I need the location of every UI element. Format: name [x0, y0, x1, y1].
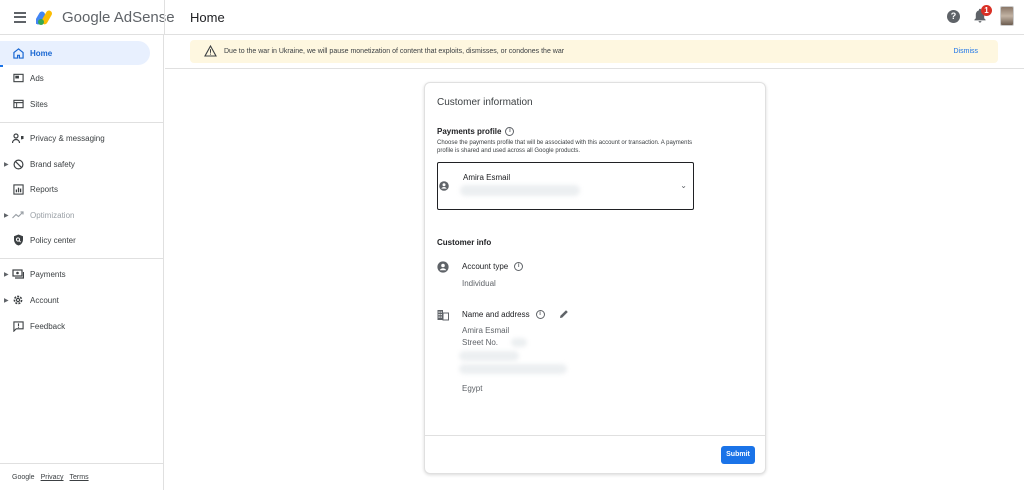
- redacted-street-number: [511, 338, 527, 347]
- sidebar-item-optimization[interactable]: ▶ Optimization: [0, 203, 150, 227]
- info-icon[interactable]: i: [505, 127, 515, 136]
- payments-profile-heading: Payments profile i: [437, 127, 515, 136]
- account-type-label: Account type: [462, 262, 509, 271]
- edit-pencil-icon[interactable]: [559, 309, 569, 319]
- sidebar-item-policy-center[interactable]: Policy center: [0, 228, 150, 252]
- menu-line: [14, 16, 26, 18]
- sidebar-footer: Google Privacy Terms: [12, 474, 89, 481]
- sidebar-item-label: Policy center: [30, 235, 76, 245]
- redacted-address-line: [459, 351, 519, 361]
- card-title: Customer information: [437, 97, 533, 108]
- avatar[interactable]: [1000, 6, 1014, 26]
- sites-icon: [12, 98, 24, 110]
- expand-caret-icon: ▶: [4, 271, 9, 278]
- sidebar-item-label: Account: [30, 295, 59, 305]
- notification-badge: 1: [981, 5, 992, 16]
- content-divider: [165, 68, 1024, 69]
- sidebar-item-brand-safety[interactable]: ▶ Brand safety: [0, 152, 150, 176]
- brand-name: Google AdSense: [62, 9, 175, 26]
- brand-google: Google: [62, 8, 111, 26]
- sidebar-item-label: Brand safety: [30, 159, 75, 169]
- payments-profile-title: Payments profile: [437, 127, 502, 136]
- address-country: Egypt: [462, 384, 483, 393]
- sidebar-item-account[interactable]: ▶ Account: [0, 288, 150, 312]
- top-right-actions: ? 1: [947, 5, 1014, 26]
- warning-icon: [204, 45, 217, 57]
- customer-info-title: Customer info: [437, 238, 492, 247]
- selected-profile-name: Amira Esmail: [463, 173, 511, 182]
- sidebar-divider: [0, 122, 163, 123]
- sidebar-item-label: Sites: [30, 99, 48, 109]
- sidebar-divider: [0, 258, 163, 259]
- gear-icon: [12, 294, 24, 306]
- sidebar-item-home[interactable]: Home: [0, 41, 150, 65]
- menu-line: [14, 20, 26, 23]
- block-icon: [12, 158, 24, 170]
- expand-caret-icon: ▶: [4, 161, 9, 168]
- name-address-label: Name and address: [462, 309, 530, 319]
- address-name: Amira Esmail: [462, 326, 510, 335]
- home-icon: [12, 47, 24, 59]
- expand-caret-icon: ▶: [4, 297, 9, 304]
- sidebar-item-sites[interactable]: Sites: [0, 92, 150, 116]
- footer-terms-link[interactable]: Terms: [70, 474, 89, 481]
- sidebar-item-label: Ads: [30, 73, 44, 83]
- main-menu-button[interactable]: [10, 7, 30, 27]
- redacted-profile-details: [460, 185, 580, 196]
- help-icon[interactable]: ?: [947, 9, 960, 23]
- payments-profile-description: Choose the payments profile that will be…: [437, 140, 693, 154]
- dismiss-button[interactable]: Dismiss: [954, 48, 979, 55]
- feedback-icon: [12, 320, 24, 332]
- top-divider: [164, 0, 165, 35]
- sidebar-item-label: Privacy & messaging: [30, 133, 105, 143]
- sidebar: Home Ads Sites Privacy & messaging ▶ Bra…: [0, 35, 164, 490]
- sidebar-item-label: Payments: [30, 269, 66, 279]
- payments-profile-select[interactable]: Amira Esmail ⌄: [437, 162, 694, 210]
- info-icon[interactable]: i: [535, 309, 545, 319]
- account-type-value: Individual: [462, 279, 496, 288]
- redacted-address-line: [459, 364, 567, 374]
- sidebar-footer-divider: [0, 463, 163, 464]
- notifications-button[interactable]: 1: [972, 5, 992, 24]
- info-icon[interactable]: i: [514, 262, 524, 271]
- payments-icon: [12, 268, 24, 280]
- page-title: Home: [190, 10, 225, 25]
- war-notice-banner: Due to the war in Ukraine, we will pause…: [190, 40, 998, 63]
- account-circle-icon: [437, 261, 449, 273]
- account-type-label-row: Account type i: [462, 262, 524, 271]
- top-app-bar: Google AdSense: [0, 0, 1024, 35]
- menu-line: [14, 11, 26, 14]
- business-icon: [437, 310, 449, 321]
- card-footer-divider: [425, 435, 765, 436]
- sidebar-item-label: Optimization: [30, 210, 75, 220]
- chevron-down-icon: ⌄: [680, 181, 687, 190]
- footer-google: Google: [12, 474, 35, 481]
- sidebar-item-label: Reports: [30, 184, 59, 194]
- ads-icon: [12, 72, 24, 84]
- name-address-label-row: Name and address i: [462, 309, 569, 319]
- sidebar-item-ads[interactable]: Ads: [0, 66, 150, 90]
- sidebar-item-payments[interactable]: ▶ Payments: [0, 262, 150, 286]
- sidebar-item-label: Feedback: [30, 321, 66, 331]
- adsense-logo-icon: [36, 8, 56, 26]
- reports-icon: [12, 183, 24, 195]
- trending-icon: [12, 209, 24, 221]
- sidebar-item-reports[interactable]: Reports: [0, 177, 150, 201]
- person-icon: [439, 181, 449, 191]
- address-street: Street No.: [462, 338, 499, 347]
- policy-icon: [12, 234, 24, 246]
- brand-product: AdSense: [113, 8, 175, 26]
- customer-information-card: Customer information Payments profile i …: [424, 82, 766, 474]
- sidebar-item-feedback[interactable]: Feedback: [0, 314, 150, 338]
- submit-button[interactable]: Submit: [721, 446, 755, 464]
- sidebar-item-label: Home: [30, 48, 53, 58]
- privacy-icon: [12, 132, 24, 144]
- expand-caret-icon: ▶: [4, 212, 9, 219]
- sidebar-item-privacy-messaging[interactable]: Privacy & messaging: [0, 126, 150, 150]
- banner-message: Due to the war in Ukraine, we will pause…: [224, 48, 565, 55]
- footer-privacy-link[interactable]: Privacy: [41, 474, 64, 481]
